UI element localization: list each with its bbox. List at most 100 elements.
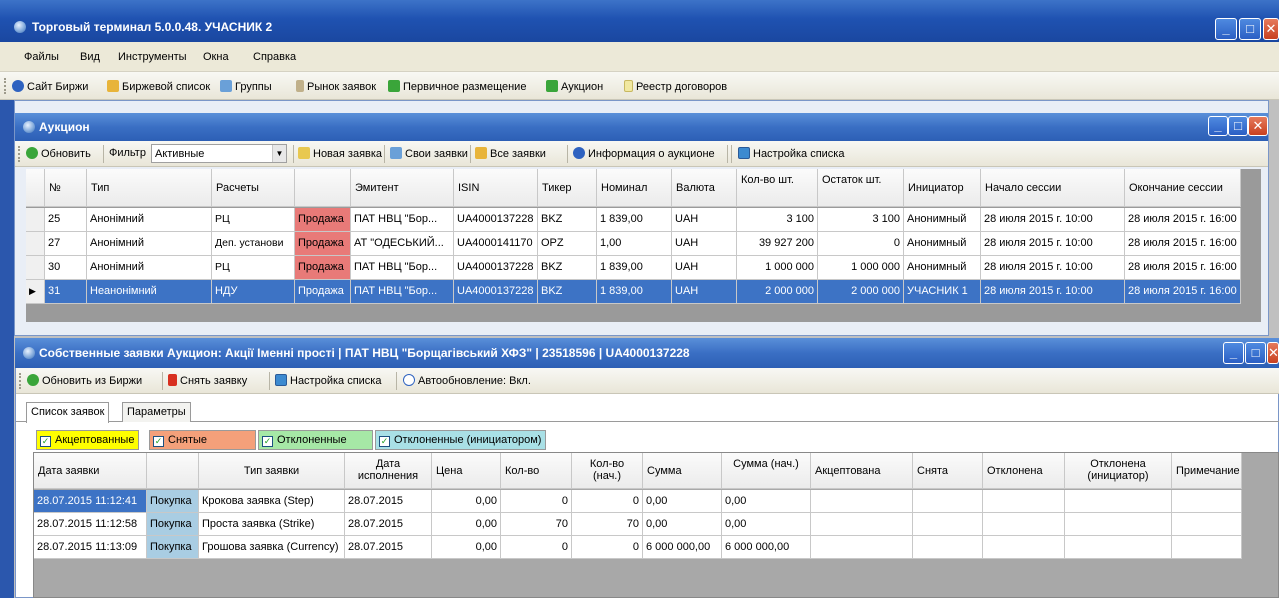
order-cell[interactable]: 0,00 <box>722 490 811 513</box>
orders-column-header[interactable]: Отклонена (инициатор) <box>1065 453 1172 489</box>
order-cell[interactable]: Крокова заявка (Step) <box>199 490 345 513</box>
order-cell[interactable]: Грошова заявка (Currency) <box>199 536 345 559</box>
auction-cell[interactable]: Продажа <box>295 232 351 256</box>
auction-cell[interactable]: Деп. установи <box>212 232 295 256</box>
orders-column-header[interactable]: Снята <box>913 453 983 489</box>
order-cell[interactable] <box>913 490 983 513</box>
order-cell[interactable]: 28.07.2015 <box>345 513 432 536</box>
auction-cell[interactable]: 28 июля 2015 г. 16:00 <box>1125 232 1241 256</box>
order-cell[interactable] <box>1065 513 1172 536</box>
auction-cell[interactable]: UA4000137228 <box>454 280 538 304</box>
order-cell[interactable]: Покупка <box>147 513 199 536</box>
auction-cell[interactable]: РЦ <box>212 208 295 232</box>
order-cell[interactable]: 0,00 <box>722 513 811 536</box>
auction-cell[interactable]: Продажа <box>295 256 351 280</box>
auction-cell[interactable]: 1 000 000 <box>737 256 818 280</box>
auction-cell[interactable]: Анонимный <box>904 208 981 232</box>
order-cell[interactable]: 0 <box>572 536 643 559</box>
menu-help[interactable]: Справка <box>253 51 296 63</box>
auction-cell[interactable]: 39 927 200 <box>737 232 818 256</box>
order-cell[interactable] <box>983 490 1065 513</box>
auction-cell[interactable]: 1 839,00 <box>597 208 672 232</box>
auction-cell[interactable]: Неанонімний <box>87 280 212 304</box>
menu-view[interactable]: Вид <box>80 51 100 63</box>
minimize-icon[interactable]: _ <box>1208 116 1228 136</box>
auction-cell[interactable]: BKZ <box>538 256 597 280</box>
order-cell[interactable]: 28.07.2015 <box>345 490 432 513</box>
auction-cell[interactable]: УЧАСНИК 1 <box>904 280 981 304</box>
auction-column-header[interactable]: Окончание сессии <box>1125 169 1241 207</box>
auction-cell[interactable]: 28 июля 2015 г. 16:00 <box>1125 280 1241 304</box>
orders-column-header[interactable]: Тип заявки <box>199 453 345 489</box>
menu-windows[interactable]: Окна <box>203 51 229 63</box>
auction-column-header[interactable] <box>295 169 351 207</box>
close-icon[interactable]: ✕ <box>1248 116 1268 136</box>
auction-column-header[interactable]: Остаток шт. <box>818 169 904 207</box>
auction-info-button[interactable]: Информация о аукционе <box>573 147 715 160</box>
orders-column-header[interactable]: Сумма <box>643 453 722 489</box>
row-indicator[interactable] <box>26 208 45 232</box>
auction-cell[interactable]: BKZ <box>538 280 597 304</box>
auction-cell[interactable]: ПАТ НВЦ "Бор... <box>351 208 454 232</box>
row-indicator[interactable] <box>26 232 45 256</box>
orders-column-header[interactable]: Цена <box>432 453 501 489</box>
auction-cell[interactable]: ПАТ НВЦ "Бор... <box>351 280 454 304</box>
order-cell[interactable]: 0,00 <box>432 490 501 513</box>
all-orders-button[interactable]: Все заявки <box>475 147 546 160</box>
own-orders-button[interactable]: Свои заявки <box>390 147 468 160</box>
order-cell[interactable] <box>811 536 913 559</box>
row-indicator[interactable]: ▶ <box>26 280 45 304</box>
order-cell[interactable] <box>913 513 983 536</box>
auction-column-header[interactable]: Начало сессии <box>981 169 1125 207</box>
orders-column-header[interactable]: Дата заявки <box>34 453 147 489</box>
tab-orders-list[interactable]: Список заявок <box>26 402 110 423</box>
order-cell[interactable]: 6 000 000,00 <box>722 536 811 559</box>
order-cell[interactable] <box>913 536 983 559</box>
auction-column-header[interactable]: Номинал <box>597 169 672 207</box>
order-cell[interactable]: 0 <box>501 536 572 559</box>
minimize-icon[interactable]: _ <box>1223 342 1244 364</box>
auction-cell[interactable]: 0 <box>818 232 904 256</box>
auction-cell[interactable]: Продажа <box>295 208 351 232</box>
order-cell[interactable] <box>811 490 913 513</box>
auction-cell[interactable]: Анонимный <box>904 256 981 280</box>
list-settings-button[interactable]: Настройка списка <box>275 374 381 387</box>
orders-column-header[interactable] <box>147 453 199 489</box>
auction-cell[interactable]: Анонимный <box>904 232 981 256</box>
maximize-icon[interactable]: □ <box>1245 342 1266 364</box>
maximize-icon[interactable]: □ <box>1239 18 1261 40</box>
auction-column-header[interactable]: Эмитент <box>351 169 454 207</box>
menu-tools[interactable]: Инструменты <box>118 51 187 63</box>
auction-cell[interactable]: 3 100 <box>737 208 818 232</box>
refresh-button[interactable]: Обновить <box>26 147 91 160</box>
refresh-from-exchange-button[interactable]: Обновить из Биржи <box>27 374 142 387</box>
menu-files[interactable]: Файлы <box>24 51 59 63</box>
orders-column-header[interactable]: Примечание <box>1172 453 1242 489</box>
auction-cell[interactable]: 28 июля 2015 г. 16:00 <box>1125 208 1241 232</box>
tab-parameters[interactable]: Параметры <box>122 402 191 422</box>
auction-column-header[interactable]: Тикер <box>538 169 597 207</box>
auction-cell[interactable]: 3 100 <box>818 208 904 232</box>
order-cell[interactable]: 28.07.2015 11:12:58 <box>34 513 147 536</box>
auction-column-header[interactable]: Кол-во шт. <box>737 169 818 207</box>
order-cell[interactable]: 28.07.2015 <box>345 536 432 559</box>
new-order-button[interactable]: Новая заявка <box>298 147 382 160</box>
order-cell[interactable] <box>1172 490 1242 513</box>
auction-cell[interactable]: 2 000 000 <box>818 280 904 304</box>
order-cell[interactable] <box>811 513 913 536</box>
auction-cell[interactable]: АТ "ОДЕСЬКИЙ... <box>351 232 454 256</box>
toolbar-grip[interactable] <box>18 146 21 162</box>
filter-rejected[interactable]: ✓ Отклоненные <box>258 430 373 450</box>
primary-placement-button[interactable]: Первичное размещение <box>388 80 526 93</box>
order-cell[interactable]: Покупка <box>147 490 199 513</box>
order-cell[interactable]: Покупка <box>147 536 199 559</box>
auction-cell[interactable]: UAH <box>672 208 737 232</box>
filter-rejected-initiator[interactable]: ✓ Отклоненные (инициатором) <box>375 430 547 450</box>
auction-cell[interactable]: 28 июля 2015 г. 10:00 <box>981 208 1125 232</box>
auction-cell[interactable]: Анонімний <box>87 256 212 280</box>
auction-cell[interactable]: 1 839,00 <box>597 256 672 280</box>
auction-column-header[interactable]: Расчеты <box>212 169 295 207</box>
order-cell[interactable] <box>1172 536 1242 559</box>
orders-column-header[interactable]: Акцептована <box>811 453 913 489</box>
order-cell[interactable]: 6 000 000,00 <box>643 536 722 559</box>
